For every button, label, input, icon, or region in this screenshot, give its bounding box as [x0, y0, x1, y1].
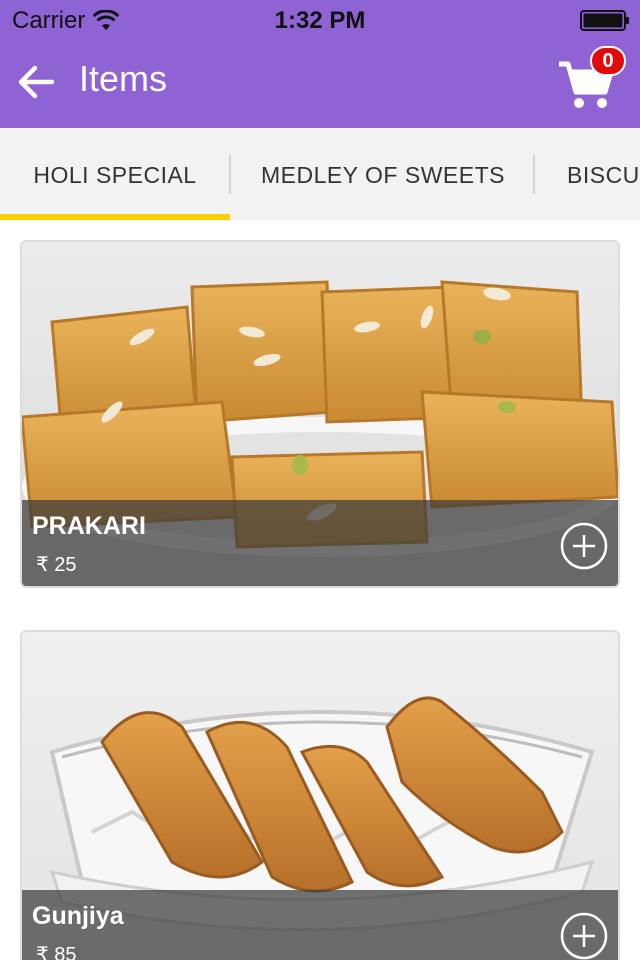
item-price: ₹ 25 [36, 554, 77, 576]
navigation-bar: Items [0, 40, 640, 128]
item-name: PRAKARI [32, 512, 146, 540]
item-card[interactable]: PRAKARI ₹ 25 [20, 240, 620, 588]
battery-icon [580, 10, 629, 31]
item-info-overlay: Gunjiya ₹ 85 [22, 890, 618, 960]
item-list[interactable]: PRAKARI ₹ 25 Gunjiya ₹ 85 [0, 220, 640, 960]
item-card[interactable]: Gunjiya ₹ 85 [20, 630, 620, 960]
item-name: Gunjiya [32, 902, 124, 930]
cart-count-badge: 0 [590, 46, 626, 76]
app-header: Carrier 1:32 PM Items [0, 0, 640, 128]
status-bar: Carrier 1:32 PM [0, 0, 640, 40]
item-info-overlay: PRAKARI ₹ 25 [22, 500, 618, 586]
tab-holi-special[interactable]: HOLI SPECIAL [0, 128, 230, 220]
status-time: 1:32 PM [274, 7, 366, 34]
category-tabs: HOLI SPECIAL MEDLEY OF SWEETS BISCU [0, 128, 640, 220]
item-price: ₹ 85 [36, 944, 77, 960]
tab-divider [229, 154, 231, 194]
back-arrow-icon[interactable] [14, 60, 58, 104]
plus-circle-icon[interactable] [560, 522, 608, 570]
tab-medley-of-sweets[interactable]: MEDLEY OF SWEETS [232, 128, 534, 220]
plus-circle-icon[interactable] [560, 912, 608, 960]
page-title: Items [79, 58, 168, 99]
tab-divider [533, 154, 535, 194]
tab-biscuits[interactable]: BISCU [567, 128, 640, 220]
